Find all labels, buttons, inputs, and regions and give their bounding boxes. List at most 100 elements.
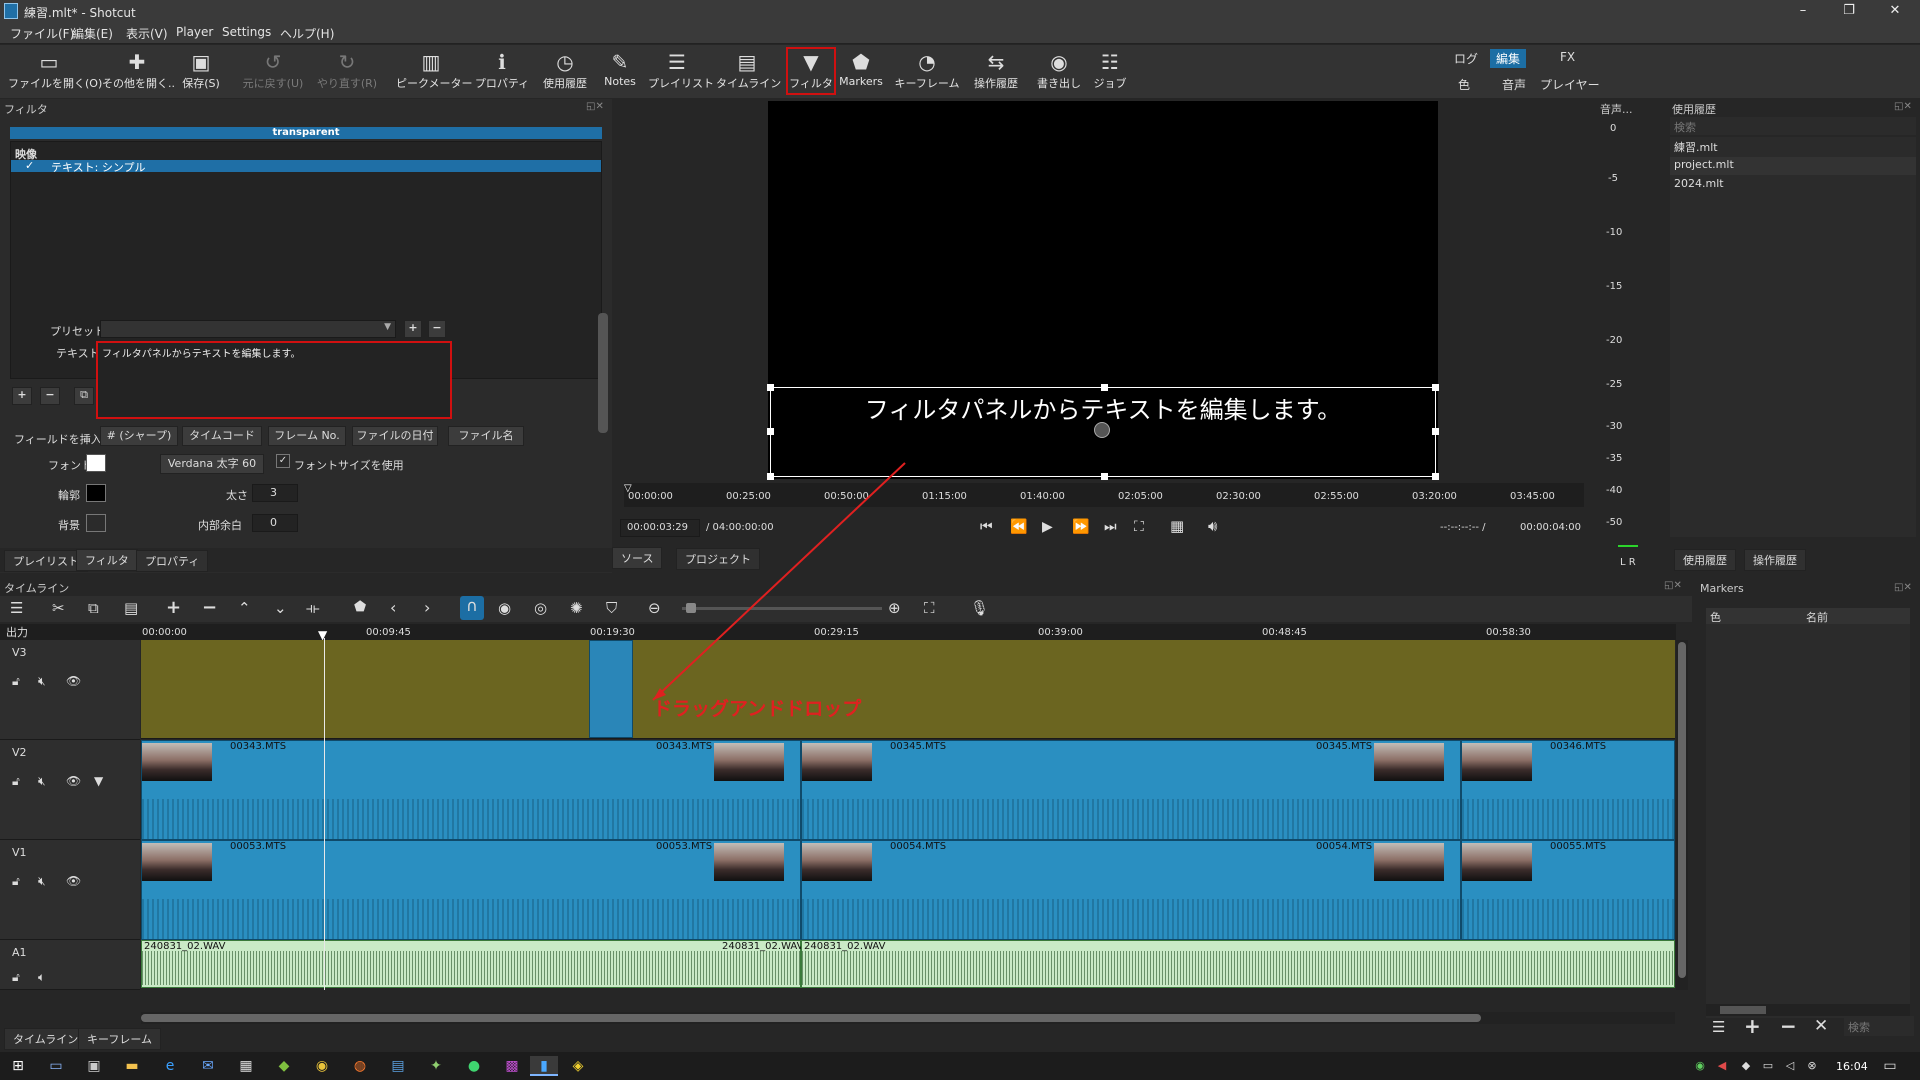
resize-handle[interactable] xyxy=(1101,473,1108,480)
markers-menu-icon[interactable]: ☰ xyxy=(1712,1018,1725,1036)
markers-col-color[interactable]: 色 xyxy=(1710,609,1721,625)
text-input[interactable]: フィルタパネルからテキストを編集します。 xyxy=(96,341,452,419)
markers-col-name[interactable]: 名前 xyxy=(1806,609,1828,625)
firefox-icon[interactable]: ◍ xyxy=(350,1056,370,1076)
eye-icon[interactable]: 👁︎ xyxy=(66,774,81,788)
zoom-out-icon[interactable]: ⊖ xyxy=(648,599,661,617)
ripple-all-icon[interactable]: ✺ xyxy=(570,599,583,617)
mute-icon[interactable]: 🔈︎ xyxy=(38,970,45,985)
track-header-v2[interactable]: V2 🔓︎ 🔇︎ 👁︎ ▼ xyxy=(0,740,140,840)
undo-history-button[interactable]: ⇆ 操作履歴 xyxy=(968,49,1024,91)
resize-handle[interactable] xyxy=(1432,473,1439,480)
list-item[interactable]: project.mlt xyxy=(1670,157,1916,175)
markers-button[interactable]: ⬟ Markers xyxy=(838,49,884,88)
panel-float-icon[interactable]: ◱✕ xyxy=(1664,580,1682,591)
timecode-field[interactable]: 00:00:03:29 xyxy=(620,519,700,537)
vertical-scrollbar[interactable] xyxy=(1676,640,1688,990)
ripple-markers-icon[interactable]: ⛉ xyxy=(606,599,617,617)
lock-icon[interactable]: 🔓︎ xyxy=(12,774,20,789)
app-icon[interactable]: ✦ xyxy=(426,1056,446,1076)
redo-button[interactable]: ↻ やり直す(R) xyxy=(314,49,380,91)
font-select-button[interactable]: Verdana 太字 60 xyxy=(160,454,264,474)
mute-icon[interactable]: 🔇︎ xyxy=(38,874,46,889)
player-scrubber[interactable]: ▽ 00:00:00 00:25:00 00:50:00 01:15:00 01… xyxy=(624,483,1584,507)
ripple-icon[interactable]: ◎ xyxy=(534,599,547,617)
tab-project[interactable]: プロジェクト xyxy=(676,548,760,570)
mail-icon[interactable]: ✉ xyxy=(198,1056,218,1076)
layout-editing[interactable]: 編集 xyxy=(1490,49,1527,68)
file-explorer-icon[interactable]: ▬ xyxy=(122,1056,142,1076)
video-clip[interactable]: 00055.MTS xyxy=(1461,840,1675,940)
text-clip[interactable] xyxy=(589,640,633,738)
recent-button[interactable]: ◷ 使用履歴 xyxy=(538,49,592,91)
tab-filters[interactable]: フィルタ xyxy=(76,549,138,571)
lift-icon[interactable]: ⌃ xyxy=(238,599,251,617)
horizontal-scrollbar[interactable] xyxy=(141,1012,1675,1024)
panel-float-icon[interactable]: ◱✕ xyxy=(586,101,604,112)
tab-recent[interactable]: 使用履歴 xyxy=(1674,549,1736,571)
edge-browser-icon[interactable]: e xyxy=(160,1056,180,1076)
append-icon[interactable]: + xyxy=(166,597,181,618)
insert-filename-button[interactable]: ファイル名 xyxy=(448,426,524,446)
zoom-slider-handle[interactable] xyxy=(686,603,696,613)
network-icon[interactable]: ▭ xyxy=(1758,1056,1778,1076)
layout-fx[interactable]: FX xyxy=(1554,49,1581,65)
track-header-v1[interactable]: V1 🔓︎ 🔇︎ 👁︎ xyxy=(0,840,140,940)
scrub-drag-icon[interactable]: ◉ xyxy=(498,599,511,617)
list-item[interactable]: 練習.mlt xyxy=(1674,139,1914,155)
zoom-fit-icon[interactable]: ⛶ xyxy=(1134,519,1144,535)
windows-start-icon[interactable]: ⊞ xyxy=(8,1056,28,1076)
menu-view[interactable]: 表示(V) xyxy=(126,25,168,42)
markers-scroll-thumb[interactable] xyxy=(1720,1006,1766,1014)
lock-icon[interactable]: 🔓︎ xyxy=(12,674,20,689)
speaker-icon[interactable]: ◁ xyxy=(1780,1056,1800,1076)
ripple-delete-icon[interactable]: − xyxy=(202,597,217,618)
tab-source[interactable]: ソース xyxy=(612,547,663,569)
horizontal-scroll-thumb[interactable] xyxy=(141,1014,1481,1022)
resize-handle[interactable] xyxy=(1432,428,1439,435)
keyframes-button[interactable]: ◔ キーフレーム xyxy=(894,49,960,91)
filter-enabled-checkbox[interactable]: ✓ xyxy=(25,159,34,172)
mute-icon[interactable]: 🔇︎ xyxy=(38,674,46,689)
paste-icon[interactable]: ▤ xyxy=(124,599,138,617)
next-marker-icon[interactable]: › xyxy=(424,598,430,617)
filters-scrollbar[interactable] xyxy=(598,313,608,433)
notifications-icon[interactable]: ▭ xyxy=(1880,1056,1900,1076)
zoom-slider[interactable] xyxy=(682,603,882,613)
filters-button[interactable]: ▼ フィルタ xyxy=(786,47,836,95)
video-clip[interactable]: 00345.MTS 00345.MTS xyxy=(801,740,1461,840)
task-view-icon[interactable]: ▭ xyxy=(46,1056,66,1076)
lock-icon[interactable]: 🔓︎ xyxy=(12,970,20,985)
open-file-button[interactable]: ▭ ファイルを開く(O) xyxy=(8,49,102,91)
resize-handle[interactable] xyxy=(767,428,774,435)
close-button[interactable]: ✕ xyxy=(1872,0,1918,22)
resize-handle[interactable] xyxy=(767,473,774,480)
overwrite-icon[interactable]: ⌄ xyxy=(274,599,287,617)
insert-file-date-button[interactable]: ファイルの日付 xyxy=(352,426,438,446)
resize-handle[interactable] xyxy=(1432,384,1439,391)
skip-to-start-icon[interactable]: ⏮ xyxy=(980,519,993,535)
properties-button[interactable]: ℹ プロパティ xyxy=(474,49,530,91)
delete-preset-button[interactable]: − xyxy=(428,320,446,338)
zoom-in-icon[interactable]: ⊕ xyxy=(888,599,901,617)
maximize-button[interactable]: ❐ xyxy=(1826,0,1872,22)
track-v2[interactable]: 00343.MTS 00343.MTS 00345.MTS 00345.MTS … xyxy=(141,740,1675,840)
line-app-icon[interactable]: ● xyxy=(464,1056,484,1076)
video-clip[interactable]: 00346.MTS xyxy=(1461,740,1675,840)
notes-button[interactable]: ✎ Notes xyxy=(600,49,640,88)
fast-forward-icon[interactable]: ⏩ xyxy=(1072,519,1089,535)
padding-spinbox[interactable]: 0 xyxy=(252,514,298,532)
tab-undo-history[interactable]: 操作履歴 xyxy=(1744,549,1806,571)
tray-icon[interactable]: ◀ xyxy=(1712,1056,1732,1076)
video-clip[interactable]: 00054.MTS 00054.MTS xyxy=(801,840,1461,940)
menu-edit[interactable]: 編集(E) xyxy=(72,25,113,42)
split-icon[interactable]: ⟛ xyxy=(306,599,320,617)
tab-keyframes[interactable]: キーフレーム xyxy=(78,1028,162,1050)
remove-marker-button[interactable]: − xyxy=(1780,1014,1797,1038)
app-icon[interactable]: ◈ xyxy=(568,1056,588,1076)
filter-item-simple-text[interactable]: ✓ テキスト: シンプル xyxy=(11,159,601,174)
rewind-icon[interactable]: ⏪ xyxy=(1010,519,1027,535)
cut-icon[interactable]: ✂ xyxy=(52,599,65,617)
peak-meter-button[interactable]: ▥ ピークメーター xyxy=(396,49,473,91)
clear-markers-icon[interactable]: ✕ xyxy=(1814,1016,1828,1036)
